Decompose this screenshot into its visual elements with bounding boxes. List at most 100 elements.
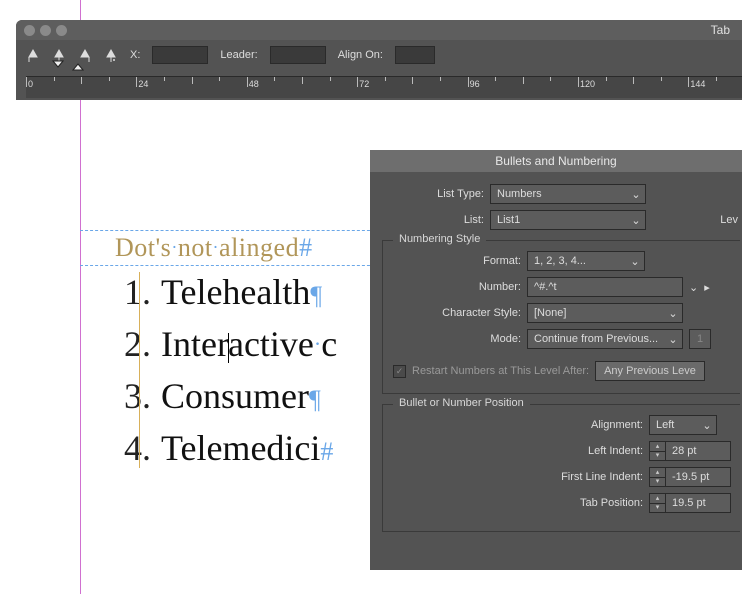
panel-title: Bullets and Numbering: [495, 154, 616, 168]
format-row: Format: 1, 2, 3, 4... ⌄: [383, 251, 740, 271]
ruler-number: 24: [138, 79, 148, 89]
item-text: Telemedici#: [161, 427, 333, 469]
mode-select[interactable]: Continue from Previous... ⌄: [527, 329, 683, 349]
chevron-down-icon: ⌄: [668, 333, 678, 346]
number-input[interactable]: ^#.^t: [527, 277, 683, 297]
alignment-select[interactable]: Left ⌄: [649, 415, 717, 435]
stepper-down-icon: ▾: [650, 478, 665, 487]
restart-checkbox[interactable]: ✓: [393, 365, 406, 378]
level-label: Lev: [720, 214, 738, 226]
position-fieldset: Bullet or Number Position Alignment: Lef…: [382, 404, 740, 532]
numbering-style-fieldset: Numbering Style Format: 1, 2, 3, 4... ⌄ …: [382, 240, 740, 394]
document-text: Dot's·not·alinged# 1. Telehealth¶ 2. Int…: [80, 230, 380, 474]
tab-pos-label: Tab Position:: [393, 497, 643, 509]
mode-label: Mode:: [393, 333, 521, 345]
start-at-input: 1: [689, 329, 711, 349]
format-label: Format:: [393, 255, 521, 267]
tab-pos-stepper[interactable]: ▴▾ 19.5 pt: [649, 493, 731, 513]
space-char-icon: ·: [171, 237, 178, 257]
first-line-row: First Line Indent: ▴▾ -19.5 pt: [383, 467, 740, 487]
flyout-caret-icon[interactable]: ▸: [704, 281, 714, 294]
item-number: 3.: [115, 375, 151, 417]
ruler-track[interactable]: 0 24 48 72 96 120 144: [26, 76, 742, 98]
list-type-row: List Type: Numbers ⌄: [370, 184, 742, 204]
number-row: Number: ^#.^t ⌄ ▸: [383, 277, 740, 297]
pilcrow-icon: ¶: [310, 281, 322, 310]
alignon-input[interactable]: [395, 46, 435, 64]
list-item[interactable]: 1. Telehealth¶: [115, 266, 380, 318]
tabs-panel: Tab X: Leader: Align On: 024487296120144: [16, 20, 742, 100]
list-select[interactable]: List1 ⌄: [490, 210, 646, 230]
number-label: Number:: [393, 281, 521, 293]
first-line-indent-marker[interactable]: [52, 60, 64, 68]
item-number: 1.: [115, 271, 151, 313]
bn-panel-titlebar[interactable]: Bullets and Numbering: [370, 150, 742, 172]
mode-row: Mode: Continue from Previous... ⌄ 1: [383, 329, 740, 349]
space-char-icon: ·: [213, 237, 220, 257]
alignment-row: Alignment: Left ⌄: [383, 415, 740, 435]
charstyle-select[interactable]: [None] ⌄: [527, 303, 683, 323]
list-item[interactable]: 2. Interactive·c: [115, 318, 380, 370]
x-input[interactable]: [152, 46, 208, 64]
list-type-select[interactable]: Numbers ⌄: [490, 184, 646, 204]
tab-align-decimal-icon[interactable]: [104, 46, 118, 64]
numbering-style-title: Numbering Style: [393, 233, 486, 245]
tabs-ruler[interactable]: 0 24 48 72 96 120 144: [16, 66, 742, 100]
ruler-number: 0: [28, 79, 33, 89]
heading-word: not: [178, 233, 213, 262]
first-line-stepper[interactable]: ▴▾ -19.5 pt: [649, 467, 731, 487]
pilcrow-icon: ¶: [309, 385, 321, 414]
stepper-up-icon: ▴: [650, 494, 665, 504]
list-type-label: List Type:: [384, 188, 484, 200]
item-text: Interactive·c: [161, 323, 337, 365]
eol-hash-icon: #: [320, 437, 333, 466]
tab-pos-row: Tab Position: ▴▾ 19.5 pt: [383, 493, 740, 513]
tabs-panel-title: Tab: [73, 23, 734, 37]
alignment-label: Alignment:: [393, 419, 643, 431]
ruler-number: 120: [580, 79, 595, 89]
tab-align-left-icon[interactable]: [26, 46, 40, 64]
restart-select: Any Previous Leve: [595, 361, 705, 381]
bullets-numbering-panel: Bullets and Numbering List Type: Numbers…: [370, 150, 742, 570]
list-label: List:: [384, 214, 484, 226]
stepper-up-icon: ▴: [650, 442, 665, 452]
numbered-list[interactable]: 1. Telehealth¶ 2. Interactive·c 3. Consu…: [80, 266, 380, 474]
left-indent-stepper[interactable]: ▴▾ 28 pt: [649, 441, 731, 461]
stepper-down-icon: ▾: [650, 504, 665, 513]
window-traffic-lights[interactable]: [24, 25, 67, 36]
ruler-number: 96: [470, 79, 480, 89]
chevron-down-icon: ⌄: [631, 214, 641, 227]
ruler-number: 72: [359, 79, 369, 89]
space-char-icon: ·: [314, 331, 321, 356]
charstyle-label: Character Style:: [393, 307, 521, 319]
chevron-down-icon[interactable]: ⌄: [689, 281, 698, 294]
list-item[interactable]: 3. Consumer¶: [115, 370, 380, 422]
list-item[interactable]: 4. Telemedici#: [115, 422, 380, 474]
restart-label: Restart Numbers at This Level After:: [412, 365, 589, 377]
eol-hash-icon: #: [299, 233, 313, 262]
alignon-label: Align On:: [338, 49, 383, 61]
leader-label: Leader:: [220, 49, 257, 61]
heading-text[interactable]: Dot's·not·alinged#: [80, 230, 380, 266]
chevron-down-icon: ⌄: [631, 188, 641, 201]
item-text: Telehealth¶: [161, 271, 322, 313]
tabs-titlebar[interactable]: Tab: [16, 20, 742, 40]
list-row: List: List1 ⌄ Lev: [370, 210, 742, 230]
left-indent-marker[interactable]: [72, 63, 84, 71]
ruler-number: 48: [249, 79, 259, 89]
format-select[interactable]: 1, 2, 3, 4... ⌄: [527, 251, 645, 271]
item-number: 4.: [115, 427, 151, 469]
position-title: Bullet or Number Position: [393, 397, 530, 409]
ruler-number: 144: [690, 79, 705, 89]
chevron-down-icon: ⌄: [630, 255, 640, 268]
tab-align-right-icon[interactable]: [78, 46, 92, 64]
charstyle-row: Character Style: [None] ⌄: [383, 303, 740, 323]
item-number: 2.: [115, 323, 151, 365]
chevron-down-icon: ⌄: [668, 307, 678, 320]
heading-word: alinged: [219, 233, 299, 262]
heading-word: Dot's: [115, 233, 171, 262]
chevron-down-icon: ⌄: [702, 419, 712, 432]
leader-input[interactable]: [270, 46, 326, 64]
left-indent-row: Left Indent: ▴▾ 28 pt: [383, 441, 740, 461]
tab-guide-line: [139, 272, 140, 468]
